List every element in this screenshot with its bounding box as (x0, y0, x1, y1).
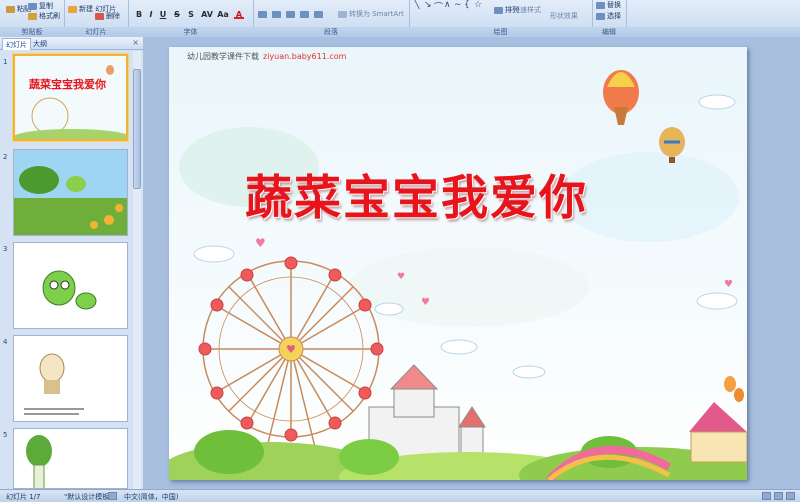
svg-text:♥: ♥ (255, 236, 266, 250)
select-icon (596, 12, 605, 20)
slide-title[interactable]: 蔬菜宝宝我爱你 (245, 159, 588, 228)
ribbon: 粘贴 复制 格式刷 新建 幻灯片 删除 B I U S S AV Aa A 转换… (0, 0, 800, 37)
slide-5-preview (14, 429, 127, 488)
columns-icon (314, 10, 323, 18)
delete-icon (95, 12, 104, 20)
spellcheck-icon[interactable] (108, 492, 117, 500)
char-spacing-button[interactable]: AV (200, 10, 214, 19)
align-right-icon (286, 10, 295, 18)
slide-thumbnail-3[interactable] (13, 242, 128, 329)
slide-number: 1 (3, 58, 8, 66)
align-left-icon (258, 10, 267, 18)
shape-effects-button[interactable]: 形状效果 (550, 11, 578, 21)
clipboard-group-label: 剪贴板 (21, 28, 43, 36)
close-icon[interactable]: × (132, 38, 139, 47)
slide-header-text: 幼儿园教学课件下载 ziyuan.baby611.com (187, 51, 346, 62)
shape-angle-icon[interactable]: ∧ (444, 0, 451, 10)
align-center-icon (272, 10, 281, 18)
status-bar: 幻灯片 1/7 "默认设计模板" 中文(简体，中国) (0, 489, 800, 502)
format-painter-button[interactable]: 格式刷 (28, 11, 60, 21)
font-color-button[interactable]: A (234, 10, 244, 19)
slide-number: 4 (3, 338, 8, 346)
drawing-group-label: 绘图 (493, 28, 508, 36)
panel-scrollbar[interactable] (133, 51, 141, 489)
smartart-icon (338, 10, 347, 18)
bold-button[interactable]: B (134, 10, 144, 19)
ribbon-group-labels: 剪贴板 幻灯片 字体 段落 绘图 编辑 (0, 27, 800, 37)
shadow-button[interactable]: S (186, 10, 196, 19)
svg-text:♥: ♥ (397, 272, 405, 282)
replace-button[interactable]: 替换 (596, 0, 621, 10)
slide-count: 幻灯片 1/7 (6, 493, 41, 501)
replace-icon (596, 1, 605, 9)
justify-button[interactable] (300, 10, 311, 18)
new-slide-icon (68, 5, 77, 13)
delete-slide-button[interactable]: 删除 (95, 11, 120, 21)
italic-button[interactable]: I (146, 10, 156, 19)
slide-thumbnail-2[interactable] (13, 149, 128, 236)
slides-panel: 幻灯片 大纲 × 1 蔬菜宝宝我爱你 2 3 4 5 (0, 37, 143, 489)
shape-line-icon[interactable]: ╲ (414, 0, 419, 10)
select-button[interactable]: 选择 (596, 11, 621, 21)
align-left-button[interactable] (258, 10, 269, 18)
slide-thumbnail-5[interactable] (13, 428, 128, 489)
font-group-label: 字体 (183, 28, 198, 36)
shape-arrow-icon[interactable]: ↘ (424, 0, 432, 10)
slide-number: 5 (3, 431, 8, 439)
justify-icon (300, 10, 309, 18)
shape-star-icon[interactable]: ☆ (474, 0, 482, 10)
smartart-button[interactable]: 转换为 SmartArt (338, 9, 404, 19)
current-slide[interactable]: ♥ ♥ ♥ ♥ ♥ 幼儿园教学课件下载 ziyuan.baby611.com 蔬… (169, 47, 747, 480)
normal-view-icon[interactable] (762, 492, 771, 500)
slide-3-preview (14, 243, 127, 328)
slide-1-preview (15, 56, 126, 139)
theme-name: "默认设计模板" (64, 493, 113, 501)
tab-slides[interactable]: 幻灯片 (2, 38, 31, 50)
align-right-button[interactable] (286, 10, 297, 18)
change-case-button[interactable]: Aa (216, 10, 230, 19)
shape-curve-icon[interactable]: ⌒ (434, 0, 443, 13)
slide-editing-area: ♥ ♥ ♥ ♥ ♥ 幼儿园教学课件下载 ziyuan.baby611.com 蔬… (143, 37, 800, 489)
arrange-icon (494, 6, 503, 14)
columns-button[interactable] (314, 10, 325, 18)
slide-1-thumb-title: 蔬菜宝宝我爱你 (29, 78, 106, 91)
tab-outline[interactable]: 大纲 (30, 38, 50, 50)
slide-2-preview (14, 150, 127, 235)
slide-thumbnail-4[interactable] (13, 335, 128, 422)
slide-thumbnail-1[interactable]: 蔬菜宝宝我爱你 (13, 54, 128, 141)
slide-background-art: ♥ ♥ ♥ ♥ ♥ (169, 70, 747, 480)
site-url: ziyuan.baby611.com (263, 52, 347, 61)
carousel (689, 402, 747, 463)
underline-button[interactable]: U (158, 10, 168, 19)
scrollbar-thumb[interactable] (133, 69, 141, 189)
shape-wave-icon[interactable]: ∼ (454, 0, 462, 10)
slideshow-icon[interactable] (786, 492, 795, 500)
svg-text:♥: ♥ (421, 297, 430, 308)
panel-tabs: 幻灯片 大纲 × (0, 37, 143, 50)
quick-styles-button[interactable]: 快速样式 (513, 5, 541, 15)
slide-sorter-icon[interactable] (774, 492, 783, 500)
strikethrough-button[interactable]: S (172, 10, 182, 19)
site-name: 幼儿园教学课件下载 (187, 52, 259, 61)
slide-number: 3 (3, 245, 8, 253)
editing-group-label: 编辑 (602, 28, 616, 36)
brush-icon (28, 12, 37, 20)
shape-brace-icon[interactable]: { (464, 0, 470, 10)
slide-number: 2 (3, 153, 8, 161)
language: 中文(简体，中国) (124, 493, 179, 501)
balloon-big (603, 70, 639, 125)
copy-icon (28, 2, 37, 10)
slides-group-label: 幻灯片 (85, 28, 107, 36)
paste-icon (6, 5, 15, 13)
copy-button[interactable]: 复制 (28, 1, 53, 11)
align-center-button[interactable] (272, 10, 283, 18)
slide-4-preview (14, 336, 127, 421)
svg-text:♥: ♥ (724, 279, 733, 290)
svg-text:♥: ♥ (286, 343, 296, 356)
paragraph-group-label: 段落 (324, 28, 338, 36)
